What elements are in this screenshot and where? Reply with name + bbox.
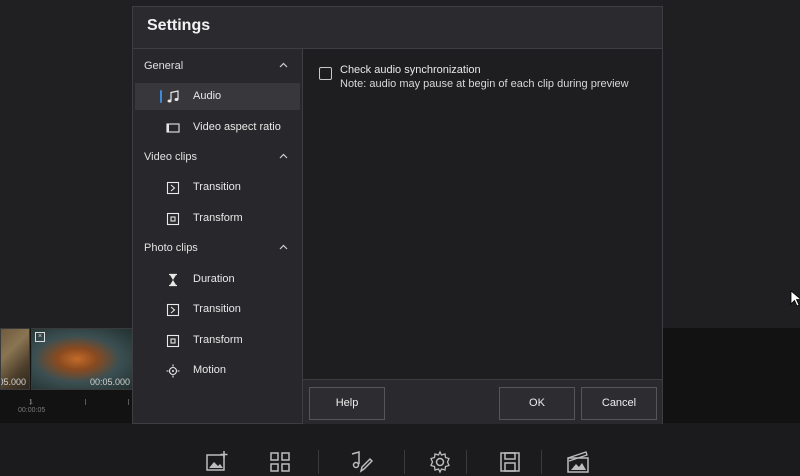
export-icon[interactable] bbox=[566, 450, 590, 474]
sidebar-item-video-transform[interactable]: Transform bbox=[135, 205, 300, 232]
toolbar-divider bbox=[404, 450, 405, 474]
clip-type-icon: × bbox=[35, 332, 45, 342]
help-button[interactable]: Help bbox=[309, 387, 385, 420]
settings-content: Check audio synchronization Note: audio … bbox=[303, 49, 662, 379]
sidebar-item-label: Transform bbox=[193, 212, 243, 224]
ruler-label: 00:00:05 bbox=[18, 407, 46, 414]
sidebar-item-label: Transform bbox=[193, 334, 243, 346]
sidebar-item-photo-duration[interactable]: Duration bbox=[135, 266, 300, 293]
timeline-clip[interactable]: 05.000 bbox=[0, 328, 30, 390]
group-general[interactable]: General bbox=[133, 53, 302, 81]
ok-button[interactable]: OK bbox=[499, 387, 575, 420]
sidebar-item-label: Video aspect ratio bbox=[193, 121, 281, 133]
sidebar-item-video-transition[interactable]: Transition bbox=[135, 174, 300, 201]
mouse-cursor-icon bbox=[790, 290, 800, 307]
bottom-toolbar bbox=[0, 437, 800, 476]
ruler-label: 1 bbox=[29, 399, 33, 406]
audio-sync-label[interactable]: Check audio synchronization bbox=[340, 64, 481, 76]
audio-sync-note: Note: audio may pause at begin of each c… bbox=[340, 78, 629, 90]
group-label: Photo clips bbox=[144, 242, 198, 254]
group-label: Video clips bbox=[144, 151, 197, 163]
clip-duration: 00:05.000 bbox=[89, 377, 130, 387]
audio-sync-checkbox[interactable] bbox=[319, 67, 332, 80]
sidebar-item-video-aspect-ratio[interactable]: Video aspect ratio bbox=[135, 114, 300, 141]
transform-icon bbox=[166, 334, 180, 348]
dialog-title: Settings bbox=[147, 17, 211, 34]
transform-icon bbox=[166, 212, 180, 226]
sidebar-item-label: Transition bbox=[193, 303, 241, 315]
save-icon[interactable] bbox=[498, 450, 522, 474]
sidebar-item-label: Duration bbox=[193, 273, 235, 285]
sidebar-item-label: Audio bbox=[193, 90, 222, 102]
chevron-up-icon[interactable] bbox=[279, 244, 288, 250]
chevron-up-icon[interactable] bbox=[279, 153, 288, 159]
dialog-header: Settings bbox=[133, 7, 662, 49]
toolbar-divider bbox=[541, 450, 542, 474]
sidebar-item-photo-motion[interactable]: Motion bbox=[135, 357, 300, 384]
selection-indicator bbox=[160, 90, 162, 103]
transition-icon bbox=[166, 303, 180, 317]
toolbar-divider bbox=[318, 450, 319, 474]
add-media-icon[interactable] bbox=[205, 450, 229, 474]
toolbar-divider bbox=[466, 450, 467, 474]
sidebar-item-audio[interactable]: Audio bbox=[135, 83, 300, 110]
app-right-panel bbox=[663, 0, 800, 328]
transition-icon bbox=[166, 181, 180, 195]
ruler-tick bbox=[128, 399, 129, 405]
group-video-clips[interactable]: Video clips bbox=[133, 144, 302, 172]
hourglass-icon bbox=[169, 273, 177, 287]
ruler-tick bbox=[85, 399, 86, 405]
timeline-clip[interactable]: × 00:05.000 bbox=[31, 328, 133, 390]
settings-sidebar: General Audio Video aspect ratio Video c… bbox=[133, 49, 303, 423]
cancel-button[interactable]: Cancel bbox=[581, 387, 657, 420]
sidebar-item-label: Motion bbox=[193, 364, 227, 376]
grid-icon[interactable] bbox=[268, 450, 292, 474]
chevron-up-icon[interactable] bbox=[279, 62, 288, 68]
music-note-icon bbox=[167, 90, 179, 103]
sidebar-item-photo-transform[interactable]: Transform bbox=[135, 327, 300, 354]
sidebar-item-photo-transition[interactable]: Transition bbox=[135, 296, 300, 323]
sidebar-item-label: Transition bbox=[193, 181, 241, 193]
timeline-ruler: 00:00:05 1 bbox=[0, 395, 132, 425]
settings-dialog: Settings General Audio Video aspect rati… bbox=[132, 6, 663, 424]
group-label: General bbox=[144, 60, 184, 72]
edit-music-icon[interactable] bbox=[349, 450, 373, 474]
group-photo-clips[interactable]: Photo clips bbox=[133, 235, 302, 263]
clip-duration: 05.000 bbox=[0, 377, 26, 387]
aspect-ratio-icon bbox=[166, 123, 180, 133]
gear-icon[interactable] bbox=[428, 450, 452, 474]
dialog-footer: Help OK Cancel bbox=[303, 379, 662, 424]
motion-icon bbox=[166, 364, 180, 378]
